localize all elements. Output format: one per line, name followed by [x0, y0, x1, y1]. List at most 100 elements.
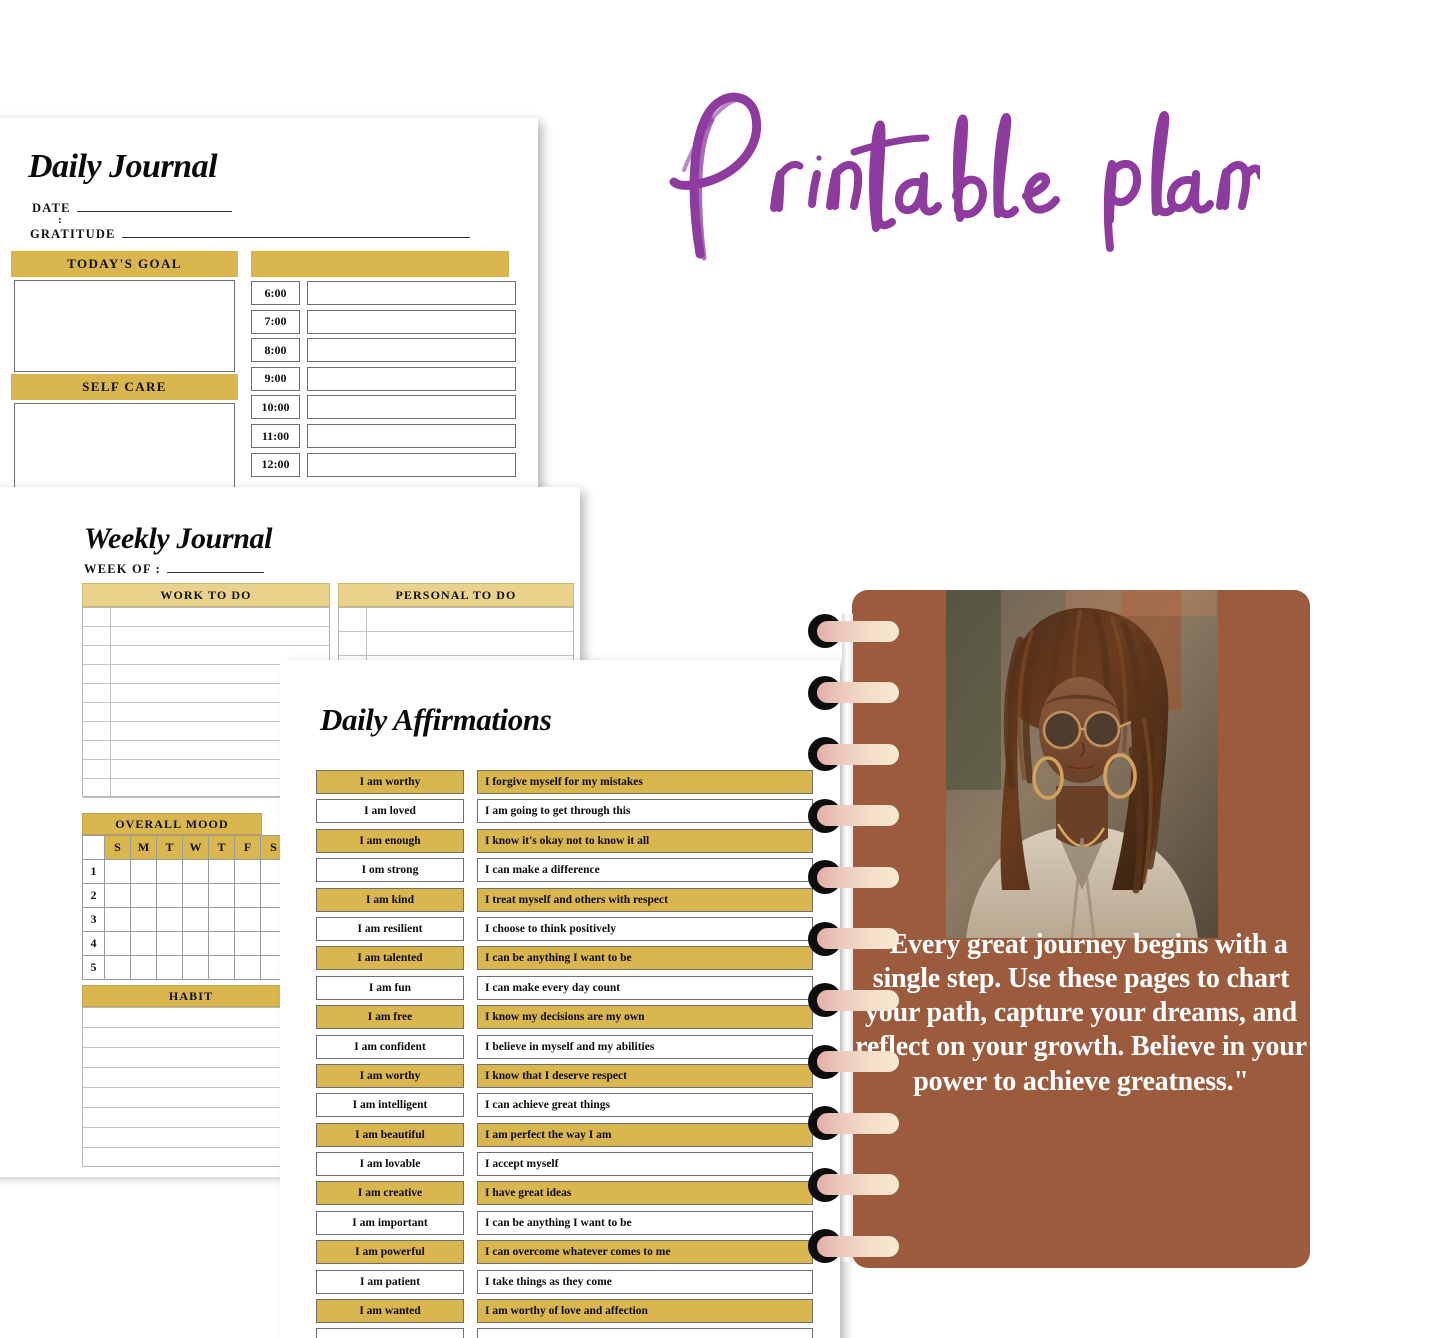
mood-cell[interactable]: [234, 859, 261, 884]
affirmation-long[interactable]: I have great ideas: [477, 1181, 813, 1206]
affirmation-long[interactable]: I know it's okay not to know it all: [477, 828, 813, 853]
affirmation-short[interactable]: I am enough: [316, 828, 464, 853]
schedule-slot[interactable]: 8:00: [251, 338, 516, 363]
affirmation-short[interactable]: I am worthy: [316, 770, 464, 794]
affirmation-long[interactable]: I can overcome whatever comes to me: [477, 1240, 813, 1265]
mood-cell[interactable]: [182, 907, 209, 932]
mood-cell[interactable]: [234, 907, 261, 932]
affirmation-long[interactable]: I am perfect the way I am: [477, 1122, 813, 1147]
schedule-slot-input[interactable]: [307, 309, 516, 334]
affirmation-row[interactable]: I om strong I can make a difference: [316, 858, 826, 883]
affirmation-row[interactable]: I am kind I treat myself and others with …: [316, 887, 826, 912]
mood-cell[interactable]: [156, 907, 183, 932]
affirmation-short[interactable]: I am fun: [316, 975, 464, 1000]
affirmation-row[interactable]: I am loved I am going to get through this: [316, 799, 826, 824]
affirmation-row[interactable]: I am powerful I can overcome whatever com…: [316, 1240, 826, 1265]
affirmation-row[interactable]: I am confident I believe in myself and my…: [316, 1034, 826, 1059]
week-of-field[interactable]: WEEK OF :: [84, 563, 264, 576]
affirmation-short[interactable]: I am kind: [316, 887, 464, 912]
table-row[interactable]: [339, 632, 573, 656]
affirmation-row[interactable]: I am worthy I know that I deserve respect: [316, 1063, 826, 1088]
mood-row[interactable]: 2: [82, 883, 287, 908]
todays-goal-input-box[interactable]: [14, 280, 235, 372]
schedule-slot[interactable]: 12:00: [251, 452, 516, 477]
mood-cell[interactable]: [130, 955, 157, 980]
mood-cell[interactable]: [208, 883, 235, 908]
affirmation-long[interactable]: [477, 1328, 813, 1338]
affirmation-long[interactable]: I can achieve great things: [477, 1093, 813, 1118]
mood-cell[interactable]: [234, 931, 261, 956]
schedule-slot[interactable]: 11:00: [251, 424, 516, 448]
affirmation-short[interactable]: I am patient: [316, 1269, 464, 1294]
affirmation-long[interactable]: I believe in myself and my abilities: [477, 1034, 813, 1059]
affirmation-long[interactable]: I can be anything I want to be: [477, 1210, 813, 1235]
affirmation-long[interactable]: I forgive myself for my mistakes: [477, 770, 813, 794]
mood-cell[interactable]: [208, 859, 235, 884]
affirmation-short[interactable]: I am talented: [316, 946, 464, 971]
affirmation-row[interactable]: I am intelligent I can achieve great thin…: [316, 1093, 826, 1118]
affirmation-row[interactable]: I am patient I take things as they come: [316, 1269, 826, 1294]
schedule-slot[interactable]: 10:00: [251, 395, 516, 420]
affirmation-long[interactable]: I take things as they come: [477, 1269, 813, 1294]
mood-row[interactable]: 3: [82, 907, 287, 932]
affirmation-row[interactable]: [316, 1328, 826, 1338]
affirmation-long[interactable]: I am worthy of love and affection: [477, 1299, 813, 1324]
mood-cell[interactable]: [104, 907, 131, 932]
affirmation-long[interactable]: I know my decisions are my own: [477, 1005, 813, 1030]
mood-cell[interactable]: [130, 883, 157, 908]
affirmation-long[interactable]: I know that I deserve respect: [477, 1063, 813, 1088]
mood-cell[interactable]: [104, 955, 131, 980]
schedule-slot[interactable]: 9:00: [251, 366, 516, 391]
mood-cell[interactable]: [130, 907, 157, 932]
affirmation-row[interactable]: I am lovable I accept myself: [316, 1152, 826, 1177]
affirmation-long[interactable]: I choose to think positively: [477, 916, 813, 941]
affirmation-short[interactable]: I am important: [316, 1210, 464, 1235]
mood-cell[interactable]: [182, 955, 209, 980]
table-row[interactable]: [83, 1088, 299, 1108]
table-row[interactable]: [83, 1148, 299, 1168]
mood-row[interactable]: 1: [82, 859, 287, 884]
schedule-slot[interactable]: 6:00: [251, 281, 516, 305]
affirmation-row[interactable]: I am resilient I choose to think positive…: [316, 916, 826, 941]
mood-cell[interactable]: [234, 955, 261, 980]
affirmation-row[interactable]: I am enough I know it's okay not to know …: [316, 828, 826, 853]
affirmation-row[interactable]: I am wanted I am worthy of love and affec…: [316, 1299, 826, 1324]
affirmation-short[interactable]: I am powerful: [316, 1240, 464, 1265]
table-row[interactable]: [83, 608, 329, 627]
mood-cell[interactable]: [234, 883, 261, 908]
affirmation-short[interactable]: [316, 1328, 464, 1338]
mood-cell[interactable]: [182, 883, 209, 908]
affirmation-long[interactable]: I accept myself: [477, 1152, 813, 1177]
table-row[interactable]: [83, 1068, 299, 1088]
date-field[interactable]: DATE: [32, 202, 232, 215]
affirmation-row[interactable]: I am talented I can be anything I want to…: [316, 946, 826, 971]
affirmation-short[interactable]: I om strong: [316, 858, 464, 883]
mood-cell[interactable]: [208, 931, 235, 956]
affirmation-long[interactable]: I can be anything I want to be: [477, 946, 813, 971]
affirmation-short[interactable]: I am wanted: [316, 1299, 464, 1324]
mood-row[interactable]: 5: [82, 955, 287, 980]
mood-cell[interactable]: [208, 907, 235, 932]
mood-cell[interactable]: [208, 955, 235, 980]
affirmation-row[interactable]: I am creative I have great ideas: [316, 1181, 826, 1206]
mood-cell[interactable]: [182, 859, 209, 884]
mood-cell[interactable]: [130, 859, 157, 884]
affirmation-short[interactable]: I am beautiful: [316, 1122, 464, 1147]
affirmation-long[interactable]: I can make every day count: [477, 975, 813, 1000]
table-row[interactable]: [339, 608, 573, 632]
mood-row[interactable]: 4: [82, 931, 287, 956]
affirmation-short[interactable]: I am loved: [316, 799, 464, 824]
mood-cell[interactable]: [156, 883, 183, 908]
affirmation-short[interactable]: I am resilient: [316, 916, 464, 941]
schedule-slot-input[interactable]: [307, 395, 516, 420]
schedule-slot-input[interactable]: [307, 281, 516, 305]
affirmation-long[interactable]: I treat myself and others with respect: [477, 887, 813, 912]
affirmation-row[interactable]: I am free I know my decisions are my own: [316, 1005, 826, 1030]
affirmation-short[interactable]: I am worthy: [316, 1063, 464, 1088]
habit-table[interactable]: [82, 1007, 300, 1167]
affirmation-row[interactable]: I am fun I can make every day count: [316, 975, 826, 1000]
mood-cell[interactable]: [104, 859, 131, 884]
affirmation-short[interactable]: I am creative: [316, 1181, 464, 1206]
affirmation-long[interactable]: I am going to get through this: [477, 799, 813, 824]
affirmation-row[interactable]: I am important I can be anything I want t…: [316, 1210, 826, 1235]
